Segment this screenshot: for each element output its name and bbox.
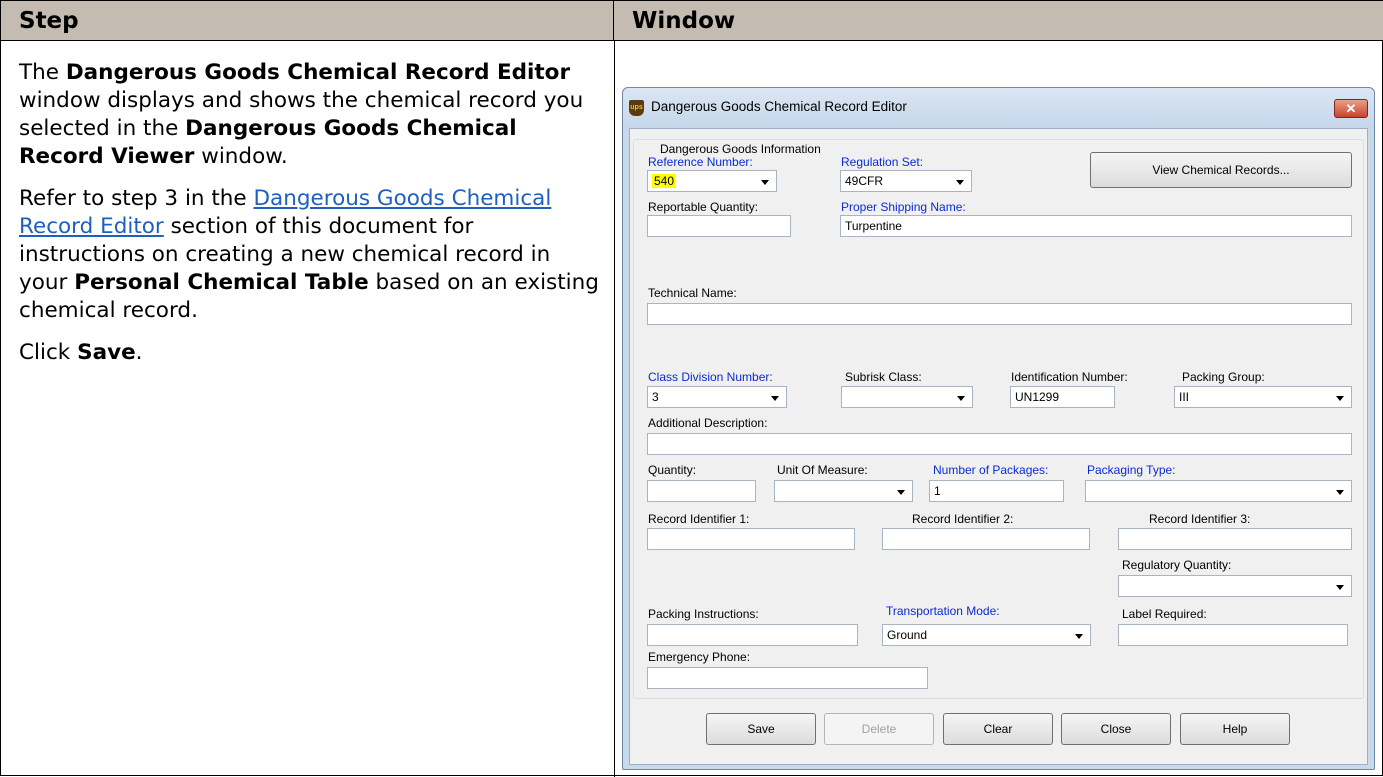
proper-shipping-name-label: Proper Shipping Name: bbox=[841, 200, 966, 214]
reportable-quantity-label: Reportable Quantity: bbox=[648, 200, 759, 214]
step-instructions: The Dangerous Goods Chemical Record Edit… bbox=[19, 59, 599, 381]
reference-number-combo[interactable]: 540 bbox=[647, 170, 777, 192]
step-bold-text: Save bbox=[77, 340, 136, 365]
transportation-mode-combo[interactable]: Ground bbox=[882, 624, 1091, 646]
close-button[interactable]: Close bbox=[1061, 713, 1171, 745]
column-divider bbox=[614, 41, 615, 777]
transportation-mode-label: Transportation Mode: bbox=[886, 604, 1000, 618]
step-paragraph-2: Refer to step 3 in the Dangerous Goods C… bbox=[19, 185, 599, 325]
additional-description-input[interactable] bbox=[647, 433, 1352, 455]
step-paragraph-3: Click Save. bbox=[19, 339, 599, 367]
identification-number-input[interactable]: UN1299 bbox=[1010, 386, 1115, 408]
step-text: Click bbox=[19, 340, 78, 365]
quantity-input[interactable] bbox=[647, 480, 756, 502]
save-button[interactable]: Save bbox=[706, 713, 816, 745]
ups-logo-icon: ups bbox=[629, 100, 644, 116]
window-header-text: Window bbox=[632, 8, 736, 34]
step-text: . bbox=[135, 340, 143, 365]
dialog-client-area: Dangerous Goods Information Reference Nu… bbox=[629, 128, 1368, 765]
window-column-header: Window bbox=[614, 1, 1383, 41]
dangerous-goods-info-group: Dangerous Goods Information Reference Nu… bbox=[633, 139, 1364, 699]
record-identifier-1-input[interactable] bbox=[647, 528, 855, 550]
class-division-number-value: 3 bbox=[652, 390, 659, 404]
transportation-mode-value: Ground bbox=[887, 628, 928, 642]
step-text: Refer to step 3 in the bbox=[19, 186, 254, 211]
record-identifier-1-label: Record Identifier 1: bbox=[648, 512, 750, 526]
step-header-text: Step bbox=[19, 8, 79, 34]
packing-group-combo[interactable]: III bbox=[1174, 386, 1352, 408]
window-title: Dangerous Goods Chemical Record Editor bbox=[651, 99, 907, 114]
unit-of-measure-label: Unit Of Measure: bbox=[777, 463, 868, 477]
subrisk-class-label: Subrisk Class: bbox=[845, 370, 922, 384]
packing-instructions-input[interactable] bbox=[647, 624, 858, 646]
packaging-type-combo[interactable] bbox=[1085, 480, 1352, 502]
identification-number-label: Identification Number: bbox=[1011, 370, 1128, 384]
label-required-label: Label Required: bbox=[1122, 607, 1207, 621]
clear-button[interactable]: Clear bbox=[943, 713, 1053, 745]
record-identifier-3-input[interactable] bbox=[1118, 528, 1352, 550]
step-text: window. bbox=[194, 144, 288, 169]
reportable-quantity-input[interactable] bbox=[647, 215, 791, 237]
record-identifier-2-input[interactable] bbox=[882, 528, 1090, 550]
packaging-type-label: Packaging Type: bbox=[1087, 463, 1176, 477]
subrisk-class-combo[interactable] bbox=[841, 386, 973, 408]
record-identifier-2-label: Record Identifier 2: bbox=[912, 512, 1014, 526]
label-required-input[interactable] bbox=[1118, 624, 1348, 646]
number-of-packages-label: Number of Packages: bbox=[933, 463, 1049, 477]
unit-of-measure-combo[interactable] bbox=[774, 480, 913, 502]
regulation-set-combo[interactable]: 49CFR bbox=[840, 170, 972, 192]
step-bold-text: Dangerous Goods Chemical Record Editor bbox=[65, 60, 571, 85]
view-chemical-records-button[interactable]: View Chemical Records... bbox=[1090, 152, 1352, 188]
dialog-button-bar: Save Delete Clear Close Help bbox=[630, 704, 1367, 764]
window-title-bar[interactable]: ups Dangerous Goods Chemical Record Edit… bbox=[623, 88, 1374, 128]
emergency-phone-label: Emergency Phone: bbox=[648, 650, 751, 664]
group-title: Dangerous Goods Information bbox=[658, 142, 823, 156]
packing-group-label: Packing Group: bbox=[1182, 370, 1265, 384]
delete-button[interactable]: Delete bbox=[824, 713, 934, 745]
class-division-number-label: Class Division Number: bbox=[648, 370, 773, 384]
number-of-packages-input[interactable]: 1 bbox=[929, 480, 1064, 502]
regulatory-quantity-label: Regulatory Quantity: bbox=[1122, 558, 1232, 572]
record-identifier-3-label: Record Identifier 3: bbox=[1149, 512, 1251, 526]
regulation-set-value: 49CFR bbox=[845, 174, 884, 188]
additional-description-label: Additional Description: bbox=[648, 416, 768, 430]
packing-instructions-label: Packing Instructions: bbox=[648, 607, 759, 621]
close-window-button[interactable]: ✕ bbox=[1334, 99, 1368, 118]
close-icon: ✕ bbox=[1345, 101, 1357, 116]
step-bold-text: Personal Chemical Table bbox=[74, 270, 369, 295]
reference-number-value: 540 bbox=[652, 174, 677, 188]
emergency-phone-input[interactable] bbox=[647, 667, 928, 689]
regulatory-quantity-combo[interactable] bbox=[1118, 575, 1352, 597]
regulation-set-label: Regulation Set: bbox=[841, 155, 924, 169]
step-text: The bbox=[19, 60, 66, 85]
step-column-header: Step bbox=[1, 1, 614, 41]
technical-name-input[interactable] bbox=[647, 303, 1352, 325]
instruction-table: Step Window The Dangerous Goods Chemical… bbox=[0, 0, 1383, 777]
technical-name-label: Technical Name: bbox=[648, 286, 737, 300]
chemical-record-editor-window: ups Dangerous Goods Chemical Record Edit… bbox=[622, 87, 1375, 770]
reference-number-label: Reference Number: bbox=[648, 155, 753, 169]
quantity-label: Quantity: bbox=[648, 463, 697, 477]
class-division-number-combo[interactable]: 3 bbox=[647, 386, 787, 408]
help-button[interactable]: Help bbox=[1180, 713, 1290, 745]
step-paragraph-1: The Dangerous Goods Chemical Record Edit… bbox=[19, 59, 599, 171]
proper-shipping-name-input[interactable]: Turpentine bbox=[840, 215, 1352, 237]
packing-group-value: III bbox=[1179, 390, 1190, 404]
